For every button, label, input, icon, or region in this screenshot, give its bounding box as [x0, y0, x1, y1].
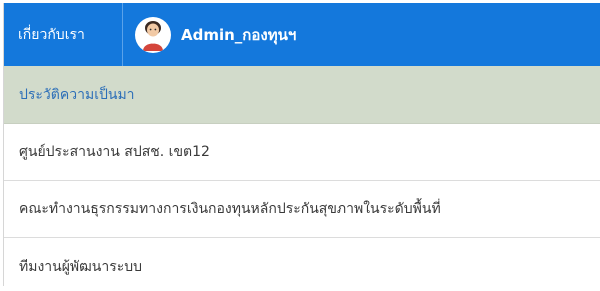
- user-avatar-icon: [135, 16, 171, 53]
- nav-about-us-label: เกี่ยวกับเรา: [18, 26, 85, 43]
- page: เกี่ยวกับเรา Admin_กองทุนฯ ประวัติความเป…: [0, 0, 600, 291]
- menu-item-label: ประวัติความเป็นมา: [19, 86, 135, 103]
- menu-item-region12-center[interactable]: ศูนย์ประสานงาน สปสช. เขต12: [4, 124, 600, 181]
- menu-item-finance-committee[interactable]: คณะทำงานธุรกรรมทางการเงินกองทุนหลักประกั…: [4, 181, 600, 238]
- user-name: Admin_กองทุนฯ: [181, 25, 297, 44]
- nav-about-us[interactable]: เกี่ยวกับเรา: [4, 3, 122, 66]
- menu-item-history[interactable]: ประวัติความเป็นมา: [4, 66, 600, 124]
- menu-item-label: ทีมงานผู้พัฒนาระบบ: [19, 258, 143, 275]
- menu-item-label: ศูนย์ประสานงาน สปสช. เขต12: [19, 144, 210, 160]
- menu-item-dev-team[interactable]: ทีมงานผู้พัฒนาระบบ: [4, 238, 600, 291]
- menu-item-label: คณะทำงานธุรกรรมทางการเงินกองทุนหลักประกั…: [19, 201, 441, 217]
- nav-user-menu[interactable]: Admin_กองทุนฯ: [123, 3, 296, 66]
- dropdown-panel: เกี่ยวกับเรา Admin_กองทุนฯ ประวัติความเป…: [3, 3, 600, 286]
- top-navbar: เกี่ยวกับเรา Admin_กองทุนฯ: [4, 3, 600, 66]
